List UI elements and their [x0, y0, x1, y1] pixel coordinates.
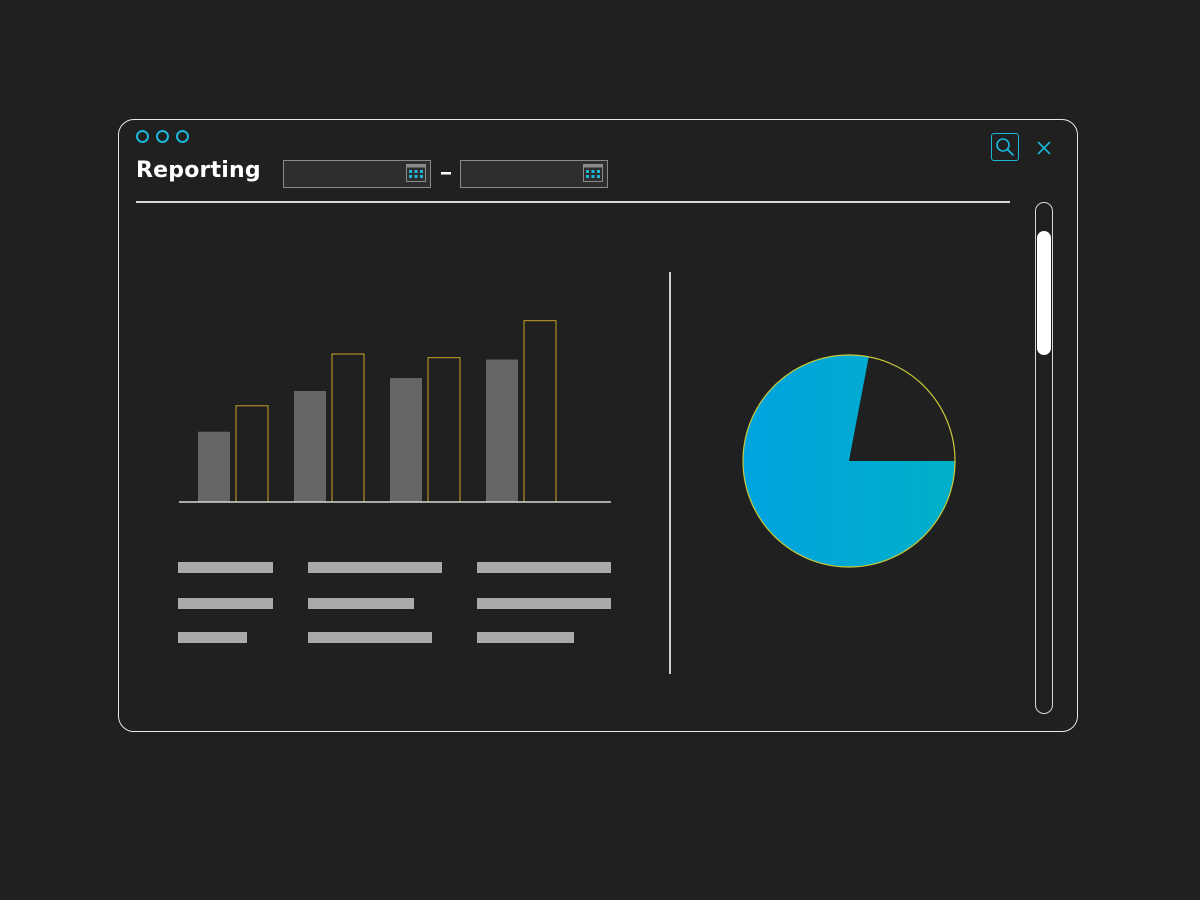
table-cell-placeholder-r3-c1	[178, 632, 247, 643]
search-icon	[996, 138, 1014, 156]
table-cell-placeholder-r1-c3	[477, 562, 611, 573]
calendar-icon[interactable]	[406, 164, 426, 182]
table-cell-placeholder-r2-c1	[178, 598, 273, 609]
window-control-dot-2[interactable]	[156, 130, 169, 143]
end-date-field[interactable]	[460, 160, 608, 188]
bar-chart	[179, 320, 611, 503]
date-range-separator	[441, 172, 451, 175]
bar-series-2-group-4	[523, 320, 557, 503]
reporting-window: Reporting	[118, 119, 1078, 732]
bar-series-1-group-3	[390, 378, 422, 502]
pie-chart	[742, 354, 956, 568]
page-title: Reporting	[136, 158, 261, 183]
scrollbar-thumb[interactable]	[1037, 231, 1051, 355]
search-button[interactable]	[991, 133, 1019, 161]
close-icon[interactable]	[1035, 139, 1053, 157]
bar-series-2-group-2	[331, 353, 365, 503]
table-cell-placeholder-r1-c2	[308, 562, 442, 573]
bar-series-2-group-3	[427, 357, 461, 503]
bar-series-1-group-2	[294, 391, 326, 502]
header-divider	[136, 201, 1010, 203]
table-cell-placeholder-r3-c3	[477, 632, 574, 643]
table-cell-placeholder-r3-c2	[308, 632, 432, 643]
table-cell-placeholder-r2-c2	[308, 598, 414, 609]
table-cell-placeholder-r2-c3	[477, 598, 611, 609]
window-control-dot-1[interactable]	[136, 130, 149, 143]
bar-series-2-group-1	[235, 405, 269, 503]
scrollbar-track[interactable]	[1035, 202, 1053, 714]
table-cell-placeholder-r1-c1	[178, 562, 273, 573]
bar-series-1-group-1	[198, 431, 230, 502]
content-divider	[669, 272, 671, 674]
bar-series-1-group-4	[486, 359, 518, 502]
start-date-field[interactable]	[283, 160, 431, 188]
calendar-icon[interactable]	[583, 164, 603, 182]
window-control-dot-3[interactable]	[176, 130, 189, 143]
